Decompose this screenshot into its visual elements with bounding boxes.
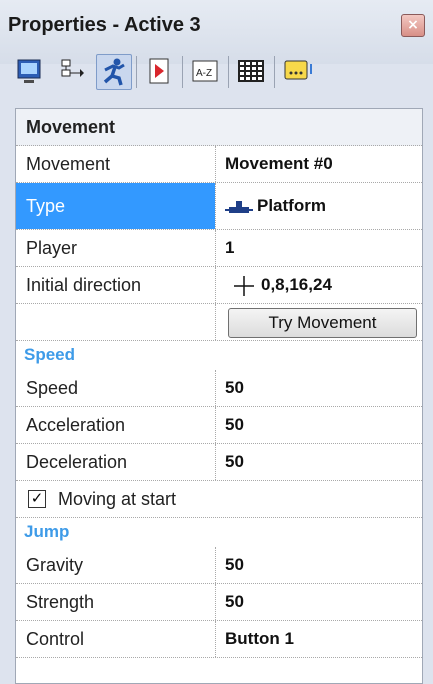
property-value[interactable]: Platform xyxy=(257,183,326,229)
checkbox-label: Moving at start xyxy=(58,489,177,509)
direction-icon xyxy=(233,275,255,297)
column-divider xyxy=(215,267,216,303)
section-movement: Movement xyxy=(16,109,422,146)
property-row-control[interactable]: Control Button 1 xyxy=(16,621,422,658)
property-value[interactable]: 1 xyxy=(225,230,234,266)
property-value[interactable]: Movement #0 xyxy=(225,146,333,182)
property-row-strength[interactable]: Strength 50 xyxy=(16,584,422,621)
property-label: Acceleration xyxy=(26,415,126,435)
property-label: Control xyxy=(26,629,85,649)
property-row-speed[interactable]: Speed 50 xyxy=(16,370,422,407)
movement-icon[interactable] xyxy=(96,54,132,90)
property-value[interactable]: 50 xyxy=(225,407,244,443)
column-divider xyxy=(215,304,216,340)
property-row-type[interactable]: Type Platform xyxy=(16,183,422,230)
connect-icon[interactable] xyxy=(54,54,88,88)
sort-az-icon[interactable]: A-Z xyxy=(188,54,222,88)
close-button[interactable]: × xyxy=(401,14,425,37)
column-divider xyxy=(215,146,216,182)
property-row-movement[interactable]: Movement Movement #0 xyxy=(16,146,422,183)
property-value[interactable]: Button 1 xyxy=(225,621,294,657)
column-divider xyxy=(215,444,216,480)
moving-at-start-checkbox[interactable]: ✓ xyxy=(28,490,46,508)
column-divider xyxy=(215,407,216,443)
toolbar-separator xyxy=(182,56,183,88)
column-divider xyxy=(215,547,216,583)
property-label: Type xyxy=(26,196,66,216)
toolbar-separator xyxy=(136,56,137,88)
property-label: Speed xyxy=(26,378,79,398)
section-title-movement: Movement xyxy=(26,117,116,137)
column-divider xyxy=(215,230,216,266)
property-label: Movement xyxy=(26,154,111,174)
column-divider xyxy=(215,370,216,406)
property-row-player[interactable]: Player 1 xyxy=(16,230,422,267)
display-icon[interactable] xyxy=(12,54,46,88)
property-row-acceleration[interactable]: Acceleration 50 xyxy=(16,407,422,444)
window-title: Properties - Active 3 xyxy=(8,14,201,36)
property-label: Strength xyxy=(26,592,95,612)
column-divider xyxy=(215,183,216,229)
grid-icon[interactable] xyxy=(234,54,268,88)
property-value[interactable]: 50 xyxy=(225,370,244,406)
svg-text:A-Z: A-Z xyxy=(196,68,212,79)
property-value[interactable]: 0,8,16,24 xyxy=(261,267,332,303)
property-label: Deceleration xyxy=(26,452,128,472)
column-divider xyxy=(215,584,216,620)
property-row-moving-at-start[interactable]: ✓ Moving at start xyxy=(16,481,422,518)
property-label: Player xyxy=(26,238,78,258)
property-row-gravity[interactable]: Gravity 50 xyxy=(16,547,422,584)
try-movement-button[interactable]: Try Movement xyxy=(228,308,417,338)
column-divider xyxy=(215,621,216,657)
property-value[interactable]: 50 xyxy=(225,547,244,583)
property-label: Initial direction xyxy=(26,275,142,295)
toolbar-separator xyxy=(228,56,229,88)
comment-icon[interactable] xyxy=(280,54,314,88)
events-icon[interactable] xyxy=(142,54,176,88)
property-value[interactable]: 50 xyxy=(225,584,244,620)
property-row-initial-direction[interactable]: Initial direction 0,8,16,24 xyxy=(16,267,422,304)
toolbar-separator xyxy=(274,56,275,88)
property-label: Gravity xyxy=(26,555,84,575)
platform-icon xyxy=(225,193,253,219)
section-title-jump: Jump xyxy=(24,522,70,541)
property-value[interactable]: 50 xyxy=(225,444,244,480)
section-title-speed: Speed xyxy=(24,345,76,364)
property-row-try: Try Movement xyxy=(16,304,422,341)
property-row-deceleration[interactable]: Deceleration 50 xyxy=(16,444,422,481)
toolbar: A-Z xyxy=(10,48,430,102)
properties-grid: Movement Movement Movement #0 Type Platf… xyxy=(15,108,423,684)
